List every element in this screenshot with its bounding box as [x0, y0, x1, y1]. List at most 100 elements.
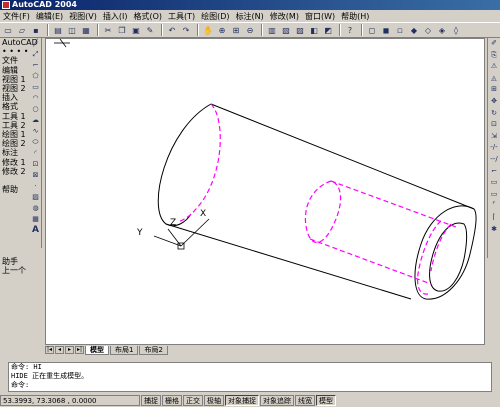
- break-point-icon[interactable]: ⌐: [489, 166, 499, 176]
- status-snap-button[interactable]: 捕捉: [141, 395, 161, 406]
- panel-item-modify2[interactable]: 修改 2: [2, 167, 30, 176]
- menu-draw[interactable]: 绘图(D): [198, 11, 232, 22]
- arc-icon[interactable]: ◠: [31, 93, 41, 103]
- tab-layout1[interactable]: 布局1: [110, 345, 139, 355]
- plot-icon[interactable]: ▦: [80, 24, 92, 36]
- ellipse-arc-icon[interactable]: ◜: [31, 148, 41, 158]
- markup-icon[interactable]: ◩: [322, 24, 334, 36]
- copy-icon[interactable]: ❐: [116, 24, 128, 36]
- view-iso-icon[interactable]: ◇: [422, 24, 434, 36]
- stretch-icon[interactable]: ⇲: [489, 131, 499, 141]
- spline-icon[interactable]: ∿: [31, 126, 41, 136]
- redo-icon[interactable]: ↷: [180, 24, 192, 36]
- view-front-icon[interactable]: ◼: [380, 24, 392, 36]
- menu-help[interactable]: 帮助(H): [338, 11, 372, 22]
- cut-icon[interactable]: ✂: [102, 24, 114, 36]
- print-icon[interactable]: ▤: [52, 24, 64, 36]
- panel-item-view1[interactable]: 视图 1: [2, 75, 30, 84]
- save-icon[interactable]: ▪: [30, 24, 42, 36]
- menu-modify[interactable]: 修改(M): [267, 11, 302, 22]
- panel-item-help[interactable]: 帮助: [2, 185, 30, 194]
- break-icon[interactable]: ▭: [489, 177, 499, 187]
- menu-format[interactable]: 格式(O): [130, 11, 165, 22]
- designcenter-icon[interactable]: ▧: [280, 24, 292, 36]
- hatch-icon[interactable]: ▨: [31, 192, 41, 202]
- tab-next-icon[interactable]: ▸: [65, 346, 74, 354]
- view-left-icon[interactable]: ◽: [394, 24, 406, 36]
- table-icon[interactable]: ▦: [31, 214, 41, 224]
- panel-item-tools2[interactable]: 工具 2: [2, 121, 30, 130]
- ellipse-icon[interactable]: ⬭: [31, 137, 41, 147]
- panel-item-modify1[interactable]: 修改 1: [2, 158, 30, 167]
- command-prompt[interactable]: 命令:: [11, 381, 491, 390]
- rectangle-icon[interactable]: ▭: [31, 82, 41, 92]
- status-model-button[interactable]: 模型: [316, 395, 336, 406]
- view-iso-icon[interactable]: ◊: [450, 24, 462, 36]
- matchprop-icon[interactable]: ✎: [144, 24, 156, 36]
- join-icon[interactable]: ▭: [489, 189, 499, 199]
- view-iso-icon[interactable]: ◈: [436, 24, 448, 36]
- view-iso-icon[interactable]: ◆: [408, 24, 420, 36]
- move-icon[interactable]: ✥: [489, 96, 499, 106]
- zoom-window-icon[interactable]: ⊞: [230, 24, 242, 36]
- array-icon[interactable]: ⊞: [489, 84, 499, 94]
- menu-insert[interactable]: 插入(I): [100, 11, 131, 22]
- panel-item-tools1[interactable]: 工具 1: [2, 112, 30, 121]
- status-otrack-button[interactable]: 对象追踪: [260, 395, 294, 406]
- view-top-icon[interactable]: ◻: [366, 24, 378, 36]
- status-grid-button[interactable]: 栅格: [162, 395, 182, 406]
- extend-icon[interactable]: --/: [489, 154, 499, 164]
- tab-prev-icon[interactable]: ◂: [55, 346, 64, 354]
- circle-icon[interactable]: ○: [31, 104, 41, 114]
- explode-icon[interactable]: ✱: [489, 224, 499, 234]
- panel-item-dimension[interactable]: 标注: [2, 148, 30, 157]
- drawing-area[interactable]: X Z Y: [45, 38, 485, 345]
- dbconnect-icon[interactable]: ◧: [308, 24, 320, 36]
- pan-icon[interactable]: ✋: [202, 24, 214, 36]
- offset-icon[interactable]: ◬: [489, 73, 499, 83]
- chamfer-icon[interactable]: ⌜: [489, 200, 499, 210]
- status-lineweight-button[interactable]: 线宽: [295, 395, 315, 406]
- tab-model[interactable]: 模型: [85, 345, 109, 355]
- zoom-realtime-icon[interactable]: ⊕: [216, 24, 228, 36]
- new-icon[interactable]: ▭: [2, 24, 14, 36]
- status-ortho-button[interactable]: 正交: [183, 395, 203, 406]
- undo-icon[interactable]: ↶: [166, 24, 178, 36]
- tab-layout2[interactable]: 布局2: [139, 345, 168, 355]
- panel-item-draw1[interactable]: 绘图 1: [2, 130, 30, 139]
- copy-object-icon[interactable]: ⎘: [489, 50, 499, 60]
- make-block-icon[interactable]: ⊠: [31, 170, 41, 180]
- mirror-icon[interactable]: ⚠: [489, 61, 499, 71]
- properties-icon[interactable]: ▥: [266, 24, 278, 36]
- panel-item-edit[interactable]: 编辑: [2, 66, 30, 75]
- scale-icon[interactable]: ⊡: [489, 119, 499, 129]
- status-osnap-button[interactable]: 对象捕捉: [225, 395, 259, 406]
- zoom-previous-icon[interactable]: ⊖: [244, 24, 256, 36]
- tab-first-icon[interactable]: |◂: [45, 346, 54, 354]
- panel-item-view2[interactable]: 视图 2: [2, 84, 30, 93]
- panel-item-assistant[interactable]: 助手: [2, 257, 30, 266]
- xline-icon[interactable]: ⤢: [31, 49, 41, 59]
- menu-dimension[interactable]: 标注(N): [233, 11, 267, 22]
- point-icon[interactable]: ·: [31, 181, 41, 191]
- revcloud-icon[interactable]: ☁: [31, 115, 41, 125]
- status-polar-button[interactable]: 极轴: [204, 395, 224, 406]
- line-icon[interactable]: ╱: [31, 38, 41, 48]
- coordinate-readout[interactable]: 53.3993, 73.3068 , 0.0000: [0, 395, 140, 406]
- trim-icon[interactable]: -/-: [489, 142, 499, 152]
- toolpalette-icon[interactable]: ▨: [294, 24, 306, 36]
- menu-tools[interactable]: 工具(T): [165, 11, 198, 22]
- help-icon[interactable]: ?: [344, 24, 356, 36]
- insert-block-icon[interactable]: ⊡: [31, 159, 41, 169]
- mtext-icon[interactable]: A: [31, 225, 41, 235]
- menu-edit[interactable]: 编辑(E): [33, 11, 66, 22]
- command-window[interactable]: 命令: HI HIDE 正在重生成模型。 命令:: [8, 362, 492, 392]
- fillet-icon[interactable]: ⌈: [489, 212, 499, 222]
- tab-last-icon[interactable]: ▸|: [75, 346, 84, 354]
- panel-item-file[interactable]: 文件: [2, 56, 30, 65]
- rotate-icon[interactable]: ↻: [489, 108, 499, 118]
- region-icon[interactable]: ◍: [31, 203, 41, 213]
- polygon-icon[interactable]: ⬠: [31, 71, 41, 81]
- panel-item-previous[interactable]: 上一个: [2, 266, 30, 275]
- menu-file[interactable]: 文件(F): [0, 11, 33, 22]
